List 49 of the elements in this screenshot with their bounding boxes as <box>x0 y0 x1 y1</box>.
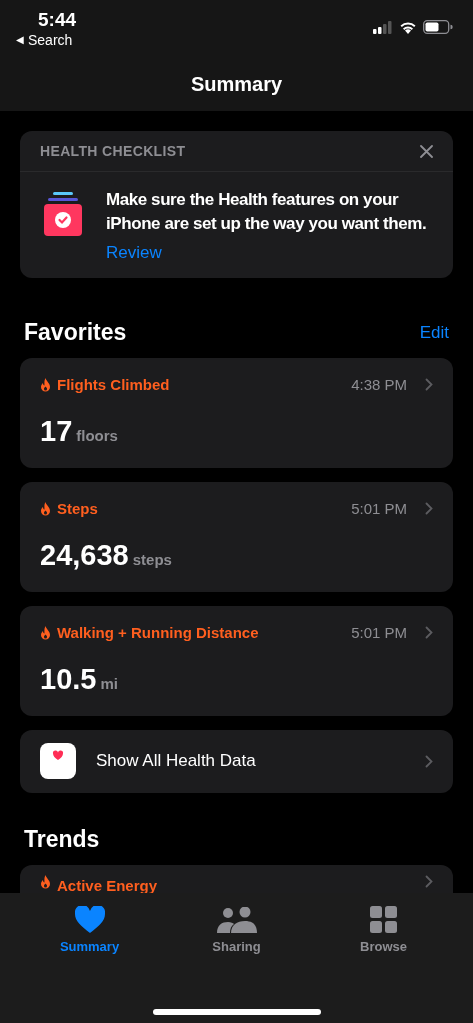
favorite-card[interactable]: Walking + Running Distance 5:01 PM 10.5 mi <box>20 605 453 716</box>
show-all-row[interactable]: Show All Health Data <box>20 729 453 793</box>
metric-title: Steps <box>57 498 99 519</box>
signal-icon <box>373 20 393 34</box>
trends-heading: Trends <box>23 824 101 853</box>
favorite-card[interactable]: Steps 5:01 PM 24,638 steps <box>20 481 453 592</box>
trend-card[interactable]: Active Energy <box>20 864 453 893</box>
trend-title: Active Energy <box>57 875 159 893</box>
checklist-message: Make sure the Health features on your iPhone are set up the way you want them. <box>106 189 428 235</box>
metric-title: Walking + Running Distance <box>57 622 260 643</box>
checklist-icon <box>44 192 82 236</box>
show-all-label: Show All Health Data <box>96 750 257 773</box>
page-title: Summary <box>190 71 283 97</box>
metric-unit: steps <box>132 550 172 570</box>
tab-item[interactable]: Sharing <box>186 905 287 957</box>
metric-value: 24,638 <box>40 539 129 571</box>
back-to-search-link[interactable]: ◀ Search <box>16 32 77 48</box>
metric-time: 5:01 PM <box>351 498 407 519</box>
status-time: 5:44 <box>37 8 77 32</box>
flame-icon <box>40 501 51 516</box>
wifi-icon <box>399 20 417 34</box>
chevron-icon <box>425 502 433 516</box>
metric-value: 10.5 <box>40 663 97 695</box>
flame-icon <box>40 625 51 640</box>
checklist-heading: HEALTH CHECKLIST <box>40 141 186 161</box>
flame-icon <box>40 874 51 889</box>
favorite-card[interactable]: Flights Climbed 4:38 PM 17 floors <box>20 357 453 468</box>
chevron-icon <box>425 626 433 640</box>
metric-time: 5:01 PM <box>351 622 407 643</box>
metric-unit: mi <box>100 674 118 694</box>
tab-item[interactable]: Summary <box>39 905 140 957</box>
metric-unit: floors <box>76 426 118 446</box>
people-icon <box>216 907 257 933</box>
tab-item[interactable]: Browse <box>333 905 434 957</box>
heart-icon <box>74 906 105 933</box>
metric-value: 17 <box>40 415 73 447</box>
chevron-icon <box>425 874 433 888</box>
battery-icon <box>423 20 453 34</box>
grid-icon <box>370 906 397 933</box>
review-link[interactable]: Review <box>106 240 429 266</box>
edit-button[interactable]: Edit <box>419 320 449 346</box>
flame-icon <box>40 377 51 392</box>
health-app-icon <box>40 743 76 779</box>
metric-title: Flights Climbed <box>57 374 171 395</box>
chevron-icon <box>425 754 433 768</box>
favorites-heading: Favorites <box>24 317 127 346</box>
chevron-icon <box>425 378 433 392</box>
close-icon[interactable] <box>420 144 433 158</box>
metric-time: 4:38 PM <box>351 374 407 395</box>
